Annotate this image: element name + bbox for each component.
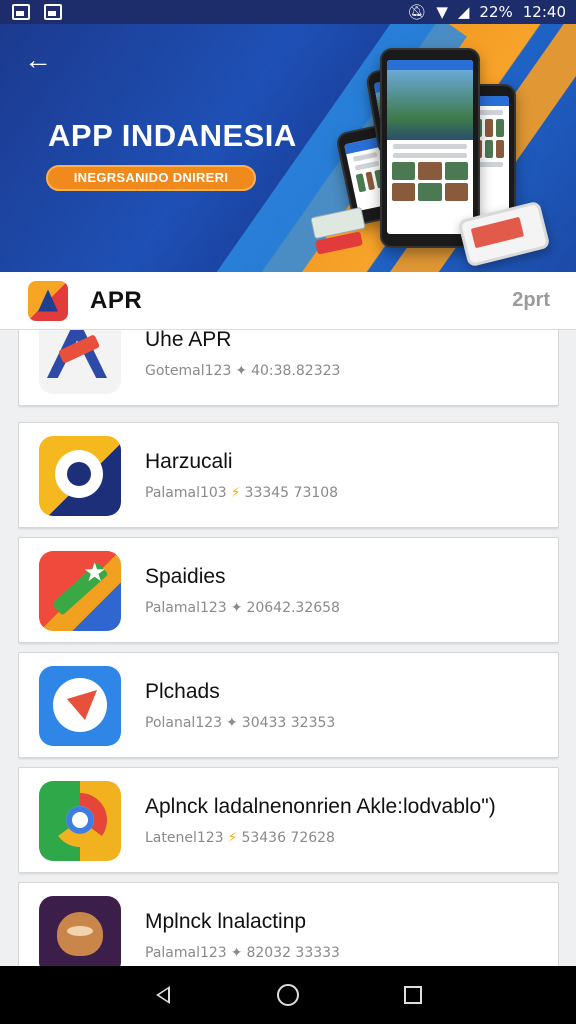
app-meta-publisher: Palamal103	[145, 485, 227, 501]
paper-plane-logo-icon	[39, 666, 121, 746]
app-list-item[interactable]: Uhe APR Gotemal123 ✦ 40:38.82323	[18, 330, 559, 406]
app-meta-stat: 30433 32353	[241, 715, 336, 731]
app-list-item[interactable]: Plchads Polanal123 ✦ 30433 32353	[18, 652, 559, 758]
app-meta: Gotemal123 ✦ 40:38.82323	[145, 363, 340, 379]
image-icon	[12, 4, 30, 20]
app-meta: Palamal123 ✦ 20642.32658	[145, 600, 340, 616]
star-icon: ✦	[230, 600, 243, 616]
fox-mascot-logo-icon	[39, 896, 121, 966]
lightning-icon: ⚡	[230, 485, 241, 501]
star-icon: ✦	[235, 363, 248, 379]
app-list: Uhe APR Gotemal123 ✦ 40:38.82323 Harzucali…	[18, 330, 559, 966]
app-name: Aplnck ladalnenonrien Akle:lodvablo")	[145, 795, 496, 818]
app-meta-publisher: Palamal123	[145, 600, 227, 616]
app-meta-stat: 40:38.82323	[251, 363, 341, 379]
chrome-like-logo-icon	[39, 781, 121, 861]
lightning-icon: ⚡	[227, 830, 238, 846]
wifi-icon: ▼	[436, 3, 448, 21]
star-icon: ✦	[230, 945, 243, 961]
back-arrow-icon[interactable]: ←	[24, 46, 52, 74]
clock: 12:40	[522, 3, 566, 21]
status-bar: 🔕︎ ▼ ◢ 22% 12:40	[0, 0, 576, 24]
battery-level: 22%	[479, 3, 513, 21]
banner-title: APP INDANESIA	[48, 118, 297, 153]
app-name: Uhe APR	[145, 330, 232, 351]
arrow-a-logo-icon	[39, 330, 121, 394]
nav-back-button[interactable]	[143, 975, 183, 1015]
app-meta-publisher: Polanal123	[145, 715, 223, 731]
app-meta: Polanal123 ✦ 30433 32353	[145, 715, 335, 731]
app-name: Harzucali	[145, 450, 233, 473]
app-meta: Latenel123 ⚡ 53436 72628	[145, 830, 335, 846]
nav-recents-icon	[404, 986, 423, 1004]
status-bar-left	[12, 4, 62, 20]
gallery-icon	[44, 4, 62, 20]
hero-banner: ← APP INDANESIA INEGRSANIDO DNIRERI	[0, 24, 576, 272]
app-list-item[interactable]: Aplnck ladalnenonrien Akle:lodvablo") La…	[18, 767, 559, 873]
app-header: APR 2prt	[0, 272, 576, 330]
signal-icon: ◢	[457, 3, 470, 21]
app-meta-publisher: Gotemal123	[145, 363, 232, 379]
app-list-item[interactable]: Harzucali Palamal103 ⚡ 33345 73108	[18, 422, 559, 528]
mute-icon: 🔕︎	[407, 3, 427, 21]
app-meta-stat: 33345 73108	[244, 485, 339, 501]
app-meta: Palamal103 ⚡ 33345 73108	[145, 485, 338, 501]
app-meta: Palamal123 ✦ 82032 33333	[145, 945, 340, 961]
status-bar-right: 🔕︎ ▼ ◢ 22% 12:40	[407, 3, 566, 21]
page-title: APR	[90, 286, 143, 314]
app-name: Mplnck lnalactinp	[145, 910, 307, 933]
app-list-item[interactable]: Mplnck lnalactinp Palamal123 ✦ 82032 33333	[18, 882, 559, 966]
ring-logo-icon	[39, 436, 121, 516]
nav-home-button[interactable]	[268, 975, 308, 1015]
app-name: Spaidies	[145, 565, 226, 588]
app-meta-stat: 20642.32658	[246, 600, 340, 616]
app-meta-stat: 82032 33333	[246, 945, 340, 961]
banner-subtitle-pill: INEGRSANIDO DNIRERI	[46, 165, 256, 191]
app-name: Plchads	[145, 680, 220, 703]
app-list-item[interactable]: Spaidies Palamal123✦20642.32658	[18, 537, 559, 643]
app-meta-publisher: Latenel123	[145, 830, 224, 846]
app-meta-stat: 53436 72628	[241, 830, 335, 846]
nav-back-icon	[155, 986, 170, 1004]
nav-recents-button[interactable]	[393, 975, 433, 1015]
star-stripe-logo-icon	[39, 551, 121, 631]
app-meta-publisher: Palamal123	[145, 945, 227, 961]
nav-home-icon	[276, 984, 299, 1006]
header-action-button[interactable]: 2prt	[512, 289, 550, 312]
system-nav-bar	[0, 966, 576, 1024]
star-icon: ✦	[226, 715, 238, 731]
app-logo-icon	[28, 280, 68, 321]
